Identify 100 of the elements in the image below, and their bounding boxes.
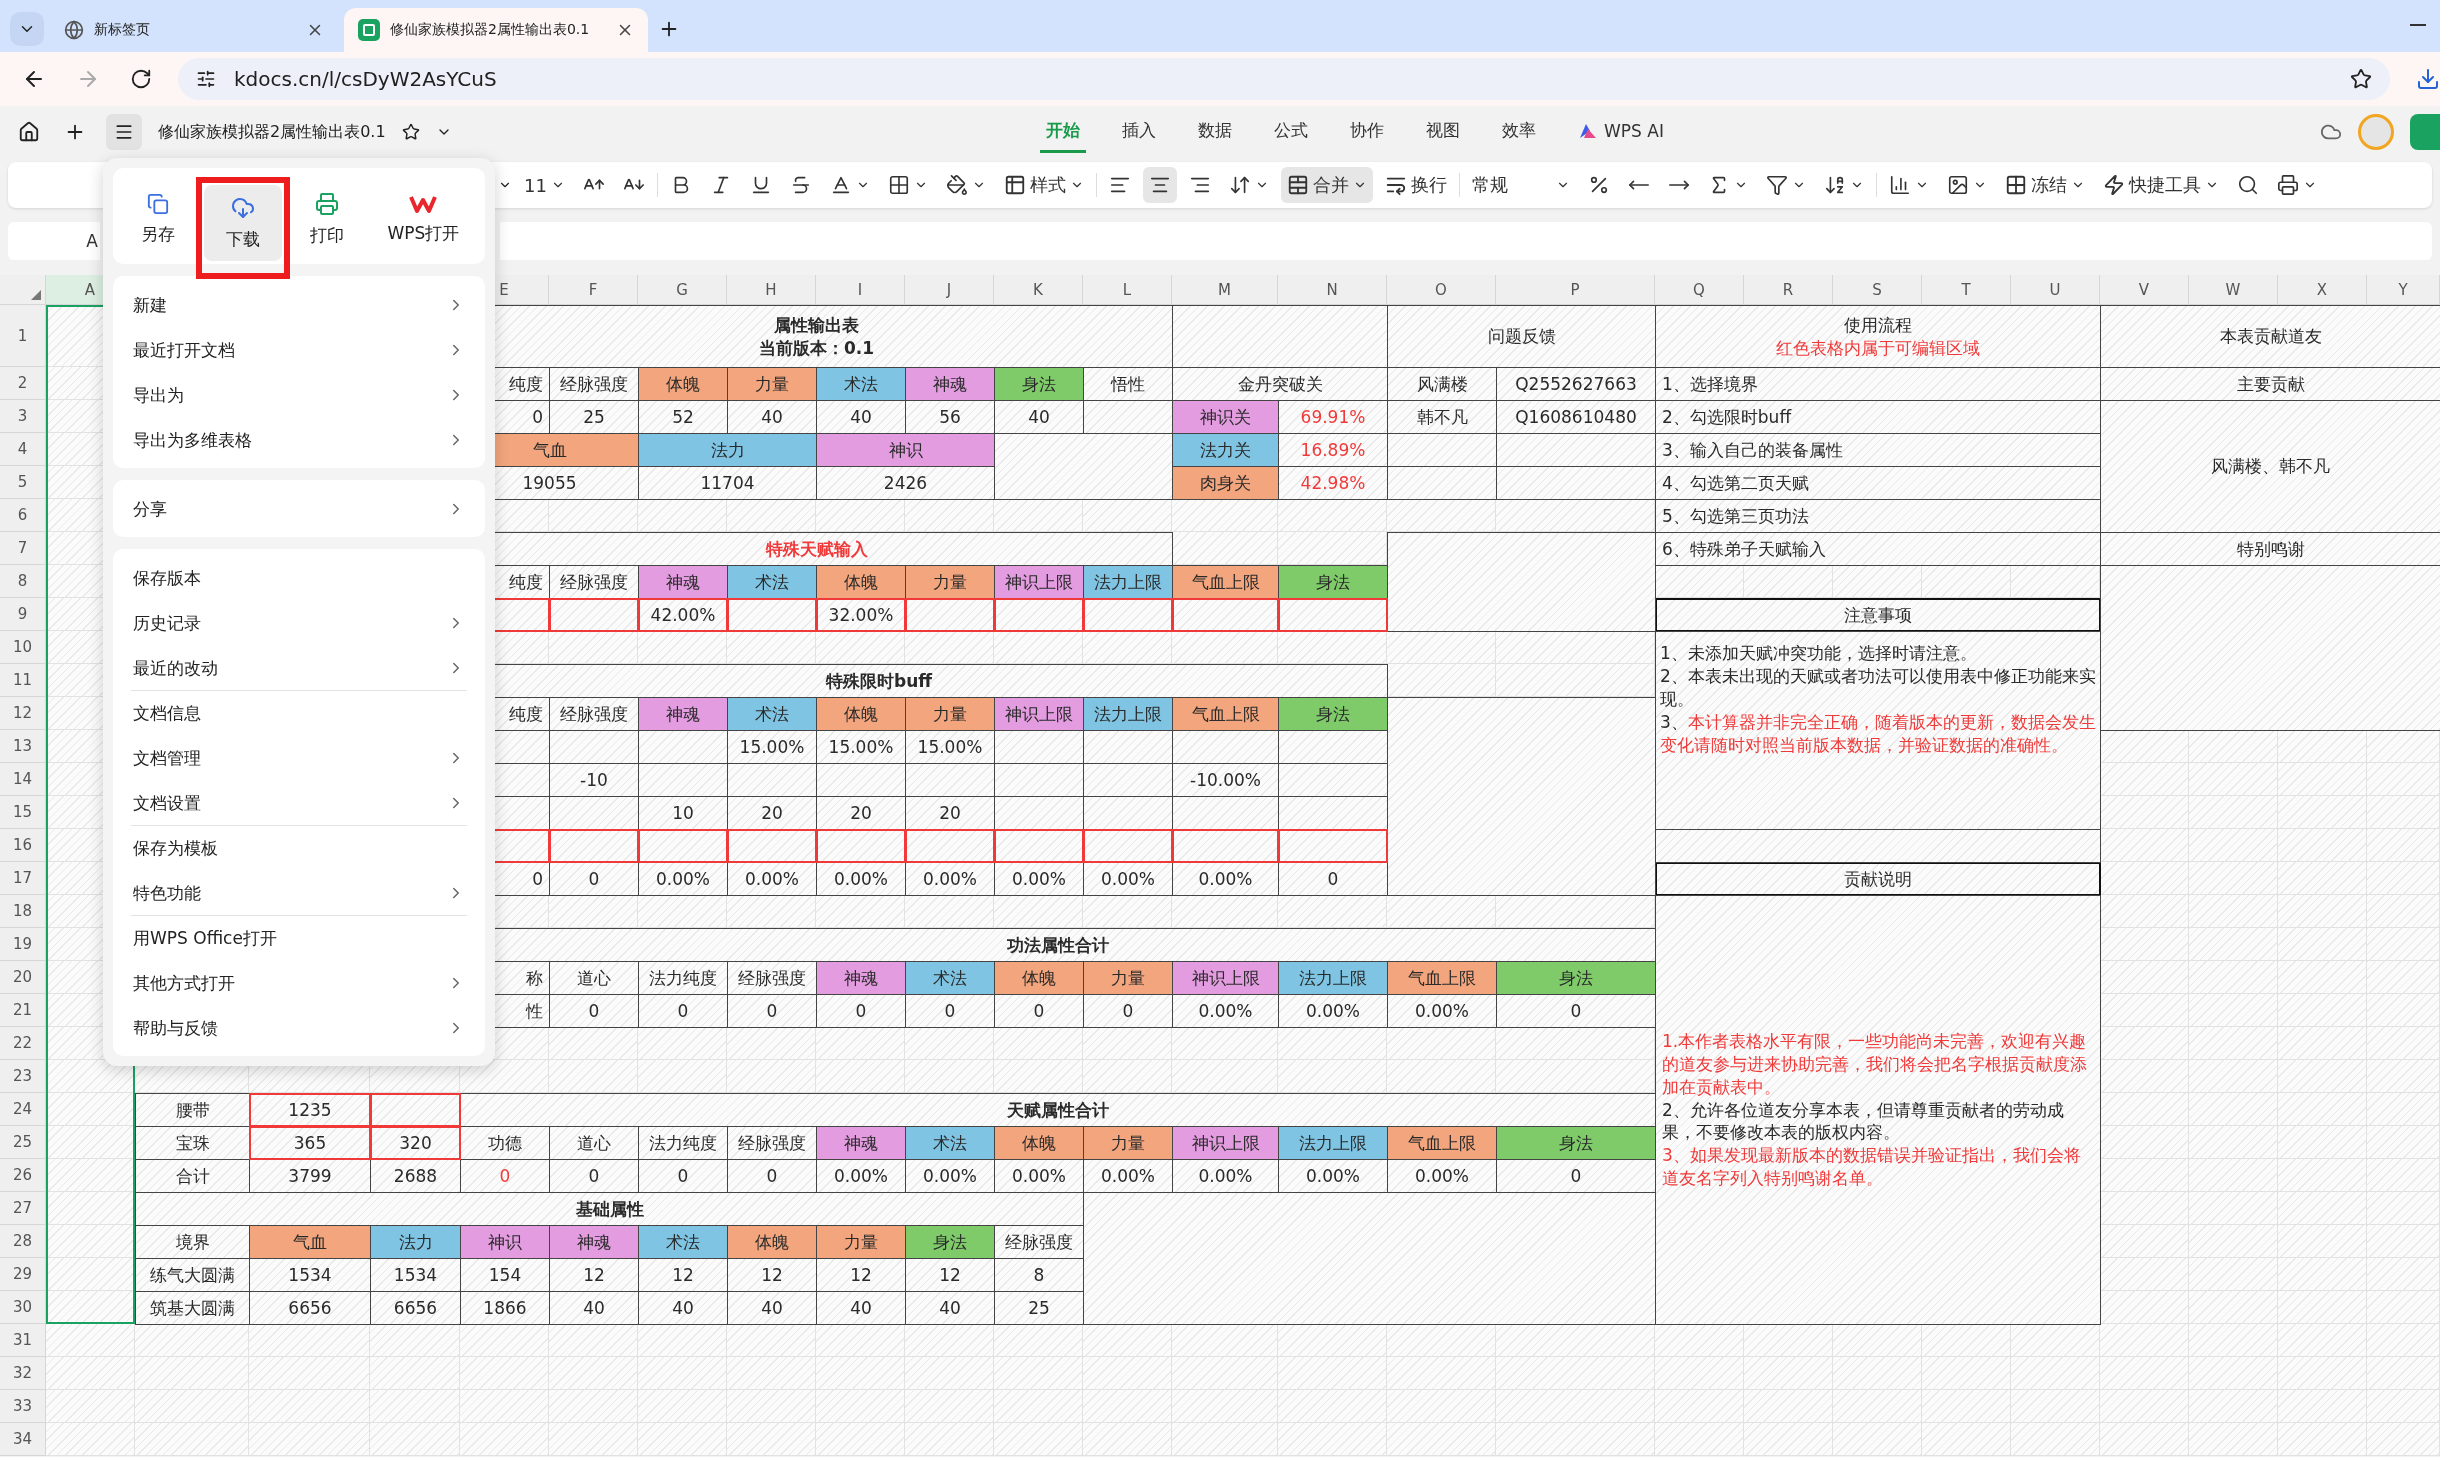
header-cell: 神魂: [816, 1126, 906, 1160]
table-cell: 0: [1496, 994, 1656, 1028]
menu-item[interactable]: 保存为模板: [131, 825, 467, 870]
menu-item[interactable]: 文档信息: [131, 690, 467, 735]
table-cell: 贡献说明: [1655, 862, 2101, 896]
input-cell[interactable]: 1235: [249, 1093, 371, 1127]
row-header[interactable]: 7: [17, 539, 28, 557]
table-title: 基础属性: [135, 1192, 1084, 1226]
column-header[interactable]: J: [946, 280, 952, 299]
ribbon-tab[interactable]: 协作: [1344, 111, 1390, 153]
column-header[interactable]: Q: [1693, 280, 1705, 299]
name-box[interactable]: A: [8, 222, 100, 260]
column-header[interactable]: T: [1961, 280, 1971, 299]
column-header[interactable]: X: [2316, 280, 2328, 299]
table-cell: 8: [994, 1258, 1084, 1292]
style-button[interactable]: 样式: [997, 167, 1090, 203]
column-header[interactable]: W: [2225, 280, 2241, 299]
ribbon-tab[interactable]: 插入: [1116, 111, 1162, 153]
column-header[interactable]: N: [1326, 280, 1338, 299]
font-size-dropdown[interactable]: 11: [518, 167, 571, 203]
column-header[interactable]: V: [2138, 280, 2150, 299]
subtitle: 红色表格内属于可编辑区域: [1776, 336, 1980, 359]
table-cell: 6656: [370, 1291, 461, 1325]
column-header[interactable]: L: [1122, 280, 1132, 299]
menu-action[interactable]: 打印: [289, 181, 364, 257]
menu-item[interactable]: 用WPS Office打开: [131, 915, 467, 960]
column-header[interactable]: R: [1782, 280, 1794, 299]
column-header[interactable]: O: [1435, 280, 1447, 299]
header-cell: 神识上限: [994, 565, 1084, 599]
column-header[interactable]: H: [765, 280, 777, 299]
table-cell: 40: [549, 1291, 639, 1325]
input-cell[interactable]: 42.00%: [638, 598, 728, 632]
table-cell: 12: [905, 1258, 995, 1292]
table-cell: 25: [994, 1291, 1084, 1325]
menu-action[interactable]: 另存: [121, 181, 196, 257]
browser-tab[interactable]: 新标签页: [50, 8, 338, 52]
row-header[interactable]: 9: [17, 605, 28, 623]
row-header[interactable]: 1: [17, 326, 28, 345]
header-cell: 身法: [994, 367, 1084, 401]
header-cell: 体魄: [994, 1126, 1084, 1160]
table-cell: 悟性: [1083, 367, 1173, 401]
row-header[interactable]: 4: [17, 440, 28, 458]
menu-item[interactable]: 新建: [131, 282, 467, 327]
freeze-button[interactable]: 冻结: [1998, 167, 2091, 203]
header-cell: 术法: [727, 565, 817, 599]
column-header[interactable]: M: [1218, 280, 1231, 299]
table-cell: 法力纯度: [638, 1126, 728, 1160]
browser-tab[interactable]: 修仙家族模拟器2属性输出表0.1: [344, 8, 648, 52]
table-cell: 0.00%: [1172, 994, 1279, 1028]
merge-button[interactable]: 合并: [1280, 167, 1373, 203]
table-cell: 1534: [249, 1258, 371, 1292]
table-cell: 0.00%: [994, 1159, 1084, 1193]
header-cell: 术法: [905, 1126, 995, 1160]
ribbon-tab[interactable]: 公式: [1268, 111, 1314, 153]
table-cell: 宝珠: [135, 1126, 250, 1160]
table-cell: 0: [905, 994, 995, 1028]
menu-item[interactable]: 历史记录: [131, 600, 467, 645]
column-header[interactable]: Y: [2398, 280, 2408, 299]
table-cell: 3799: [249, 1159, 371, 1193]
menu-action[interactable]: 下载: [203, 185, 282, 261]
wrap-button[interactable]: 换行: [1378, 167, 1453, 203]
note-text: 3、如果发现最新版本的数据错误并验证指出，我们会将道友名字列入特别鸣谢名单。: [1662, 1144, 2082, 1191]
column-header[interactable]: A: [84, 280, 96, 299]
table-cell: 练气大圆满: [135, 1258, 250, 1292]
column-header[interactable]: U: [2049, 280, 2061, 299]
table-cell: 问题反馈: [1387, 305, 1656, 368]
ribbon-tab[interactable]: 效率: [1496, 111, 1542, 153]
header-cell: 术法: [816, 367, 906, 401]
ribbon-tab[interactable]: WPS AI: [1572, 112, 1670, 152]
table-cell: 0: [994, 994, 1084, 1028]
menu-item[interactable]: 文档设置: [131, 780, 467, 825]
table-cell: 0: [638, 1159, 728, 1193]
column-header[interactable]: P: [1570, 280, 1580, 299]
row-header[interactable]: 6: [17, 506, 28, 524]
column-header[interactable]: F: [588, 280, 598, 299]
row-header[interactable]: 8: [17, 572, 28, 590]
column-header[interactable]: K: [1033, 280, 1043, 299]
table-cell: 0: [727, 1159, 817, 1193]
table-cell: 40: [727, 1291, 817, 1325]
number-format-dropdown[interactable]: 常规: [1465, 167, 1576, 203]
header-cell: 神魂: [638, 565, 728, 599]
input-cell[interactable]: 320: [370, 1126, 461, 1160]
input-cell[interactable]: 32.00%: [816, 598, 906, 632]
table-cell: 15.00%: [727, 730, 817, 764]
ribbon-tab[interactable]: 视图: [1420, 111, 1466, 153]
menu-action[interactable]: WPS打开: [370, 181, 477, 257]
column-header[interactable]: G: [676, 280, 688, 299]
address-bar[interactable]: kdocs.cn/l/csDyW2AsYCuS: [178, 58, 2390, 100]
quick-tools-button[interactable]: 快捷工具: [2096, 167, 2225, 203]
input-cell[interactable]: 365: [249, 1126, 371, 1160]
column-header[interactable]: E: [499, 280, 509, 299]
column-header[interactable]: S: [1872, 280, 1882, 299]
table-cell: 0.00%: [727, 862, 817, 896]
ribbon-tab[interactable]: 数据: [1192, 111, 1238, 153]
column-header[interactable]: I: [857, 280, 863, 299]
row-header[interactable]: 5: [17, 473, 28, 491]
row-header[interactable]: 3: [17, 407, 28, 425]
menu-item[interactable]: 文档管理: [131, 735, 467, 780]
row-header[interactable]: 2: [17, 374, 28, 392]
table-cell: 0.00%: [638, 862, 728, 896]
